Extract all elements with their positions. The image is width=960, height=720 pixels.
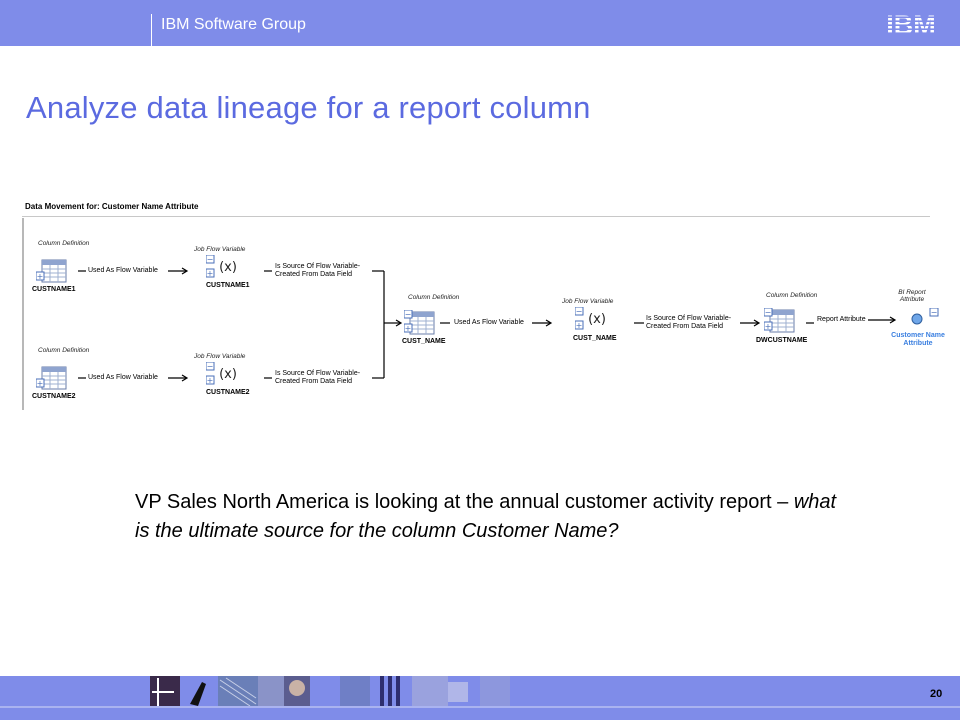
svg-text:−: − bbox=[405, 310, 412, 319]
table-icon: + bbox=[36, 366, 67, 390]
node-name: CUSTNAME1 bbox=[32, 286, 76, 293]
node-name: DWCUSTNAME bbox=[756, 337, 808, 344]
header-divider bbox=[151, 14, 152, 46]
svg-text:−: − bbox=[931, 308, 938, 317]
node-name: CUSTNAME1 bbox=[206, 282, 250, 289]
table-icon: − + bbox=[764, 308, 795, 333]
node-type-label: BI Report Attribute bbox=[898, 289, 926, 303]
node-name: CUST_NAME bbox=[573, 335, 617, 342]
svg-text:+: + bbox=[765, 322, 772, 331]
svg-text:+: + bbox=[37, 379, 44, 388]
edge-label: Is Source Of Flow Variable- Created From… bbox=[275, 370, 361, 385]
page-number: 20 bbox=[930, 688, 943, 700]
node-name: Customer Name Attribute bbox=[891, 332, 945, 347]
node-name: CUSTNAME2 bbox=[206, 389, 250, 396]
edge-label: Is Source Of Flow Variable- Created From… bbox=[646, 315, 732, 330]
node-type-label: Column Definition bbox=[408, 294, 460, 301]
svg-text:+: + bbox=[576, 321, 583, 330]
footer-bottom-bar bbox=[0, 708, 960, 720]
node-type-label: Column Definition bbox=[766, 292, 818, 299]
svg-text:+: + bbox=[37, 272, 44, 281]
footer-image-collage bbox=[150, 676, 510, 708]
node-name: CUSTNAME2 bbox=[32, 393, 76, 400]
node-type-label: Job Flow Variable bbox=[562, 298, 614, 305]
variable-icon: − + (x) bbox=[206, 362, 237, 385]
svg-text:−: − bbox=[207, 362, 214, 371]
header-bar: IBM Software Group IBM bbox=[0, 0, 960, 46]
node-type-label: Job Flow Variable bbox=[194, 353, 246, 360]
node-type-label: Column Definition bbox=[38, 347, 90, 354]
svg-text:−: − bbox=[765, 308, 772, 317]
page-title: Analyze data lineage for a report column bbox=[26, 90, 591, 125]
diagram-connectors bbox=[78, 267, 897, 382]
report-attribute-icon: − bbox=[911, 308, 939, 325]
svg-text:+: + bbox=[405, 324, 412, 333]
svg-text:−: − bbox=[576, 307, 583, 316]
edge-label: Is Source Of Flow Variable- Created From… bbox=[275, 263, 361, 278]
edge-label: Used As Flow Variable bbox=[454, 319, 524, 326]
table-icon: − + bbox=[404, 310, 435, 335]
variable-icon: − + (x) bbox=[575, 307, 606, 330]
body-paragraph: VP Sales North America is looking at the… bbox=[135, 488, 855, 546]
node-type-label: Job Flow Variable bbox=[194, 246, 246, 253]
svg-text:−: − bbox=[207, 255, 214, 264]
edge-label: Used As Flow Variable bbox=[88, 374, 158, 381]
node-name: CUST_NAME bbox=[402, 338, 446, 345]
svg-text:(x): (x) bbox=[588, 312, 606, 327]
header-group-label: IBM Software Group bbox=[161, 16, 306, 33]
svg-text:+: + bbox=[207, 376, 214, 385]
footer-bar: 20 bbox=[0, 676, 960, 708]
edge-label: Used As Flow Variable bbox=[88, 267, 158, 274]
table-icon: + bbox=[36, 259, 67, 283]
body-text-plain: VP Sales North America is looking at the… bbox=[135, 491, 794, 513]
lineage-diagram: Data Movement for: Customer Name Attribu… bbox=[22, 196, 952, 416]
svg-text:(x): (x) bbox=[219, 260, 237, 275]
ibm-logo-icon: IBM bbox=[886, 10, 936, 38]
node-type-label: Column Definition bbox=[38, 240, 90, 247]
svg-text:IBM: IBM bbox=[886, 10, 936, 38]
variable-icon: − + (x) bbox=[206, 255, 237, 278]
svg-text:(x): (x) bbox=[219, 367, 237, 382]
svg-text:+: + bbox=[207, 269, 214, 278]
edge-label: Report Attribute bbox=[817, 316, 866, 323]
